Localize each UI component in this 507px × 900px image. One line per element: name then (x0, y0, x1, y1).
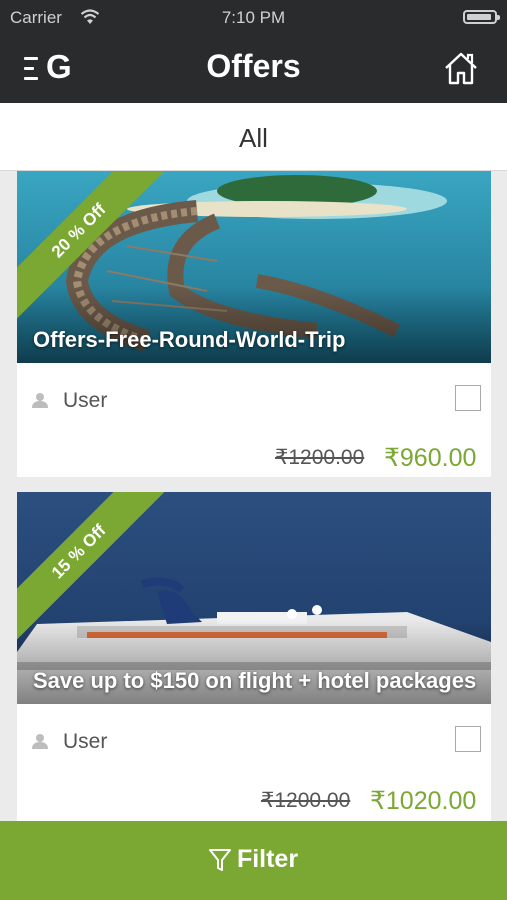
nav-bar: G Offers (0, 34, 507, 103)
offer-checkbox[interactable] (455, 385, 481, 411)
offer-user-row: User (17, 718, 491, 768)
offer-title: Save up to $150 on flight + hotel packag… (33, 668, 477, 693)
offer-image[interactable]: 15 % Off Save up to $150 on flight + hot… (17, 492, 491, 704)
original-price: ₹1200.00 (275, 446, 365, 469)
filter-label: Filter (236, 845, 299, 873)
offer-user: User (63, 730, 108, 753)
offer-title: Offers-Free-Round-World-Trip (33, 327, 346, 352)
discount-ribbon: 15 % Off (17, 492, 167, 642)
discounted-price: ₹960.00 (384, 444, 477, 472)
offer-image[interactable]: 20 % Off Offers-Free-Round-World-Trip (17, 171, 491, 363)
offer-user-row: User (17, 377, 491, 427)
offer-checkbox[interactable] (455, 726, 481, 752)
offer-user: User (63, 389, 108, 412)
offers-list[interactable]: 20 % Off Offers-Free-Round-World-Trip Us… (0, 171, 507, 821)
user-icon (32, 393, 48, 408)
offer-card[interactable]: 20 % Off Offers-Free-Round-World-Trip Us… (17, 171, 491, 477)
category-tab-bar: All (0, 103, 507, 171)
discounted-price: ₹1020.00 (370, 787, 477, 815)
offer-card[interactable]: 15 % Off Save up to $150 on flight + hot… (17, 492, 491, 821)
discount-ribbon: 20 % Off (17, 171, 167, 321)
status-time: 7:10 PM (221, 8, 286, 27)
user-icon (32, 734, 48, 749)
page-title: Offers (206, 48, 301, 84)
filter-button[interactable]: Filter (0, 821, 507, 900)
tab-all[interactable]: All (0, 123, 507, 154)
status-bar: Carrier 7:10 PM (0, 0, 507, 34)
original-price: ₹1200.00 (261, 789, 351, 812)
battery-icon (463, 10, 500, 24)
filter-icon (208, 849, 231, 872)
home-icon[interactable] (443, 50, 479, 86)
